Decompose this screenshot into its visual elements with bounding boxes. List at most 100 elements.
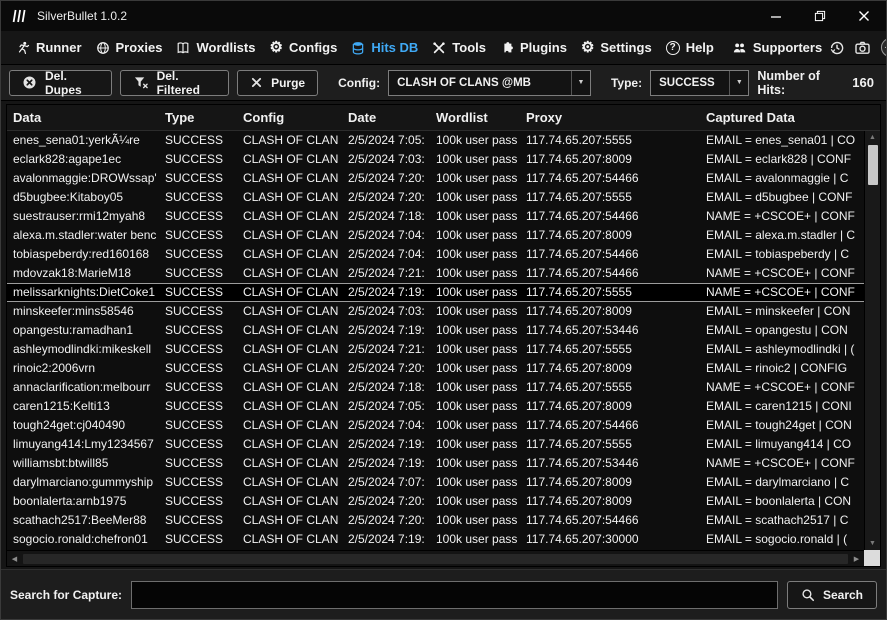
maximize-icon bbox=[814, 10, 826, 22]
scroll-up-icon[interactable]: ▲ bbox=[865, 131, 880, 144]
table-row[interactable]: annaclarification:melbourr SUCCESS CLASH… bbox=[7, 378, 864, 397]
table-row[interactable]: minskeefer:mins58546 SUCCESS CLASH OF CL… bbox=[7, 302, 864, 321]
cell-wordlist: 100k user pass bbox=[430, 188, 520, 207]
cell-proxy: 117.74.65.207:8009 bbox=[520, 302, 700, 321]
purge-button[interactable]: Purge bbox=[237, 70, 318, 96]
nav-item-label: Help bbox=[686, 40, 714, 55]
cell-config: CLASH OF CLAN bbox=[237, 264, 342, 283]
maximize-button[interactable] bbox=[798, 1, 842, 31]
table-row[interactable]: scathach2517:BeeMer88 SUCCESS CLASH OF C… bbox=[7, 511, 864, 530]
table-row[interactable]: enes_sena01:yerkÃ¼re SUCCESS CLASH OF CL… bbox=[7, 131, 864, 150]
cell-date: 2/5/2024 7:05: bbox=[342, 397, 430, 416]
scroll-left-icon[interactable]: ◀ bbox=[7, 551, 22, 566]
column-header-captured[interactable]: Captured Data bbox=[700, 105, 864, 130]
history-button[interactable] bbox=[829, 40, 845, 56]
minimize-button[interactable] bbox=[754, 1, 798, 31]
config-select[interactable]: CLASH OF CLANS @MB ▼ bbox=[388, 70, 591, 96]
nav-item-plugins[interactable]: Plugins bbox=[493, 31, 574, 64]
nav-item-configs[interactable]: ⚙ Configs bbox=[262, 31, 344, 64]
table-row[interactable]: opangestu:ramadhan1 SUCCESS CLASH OF CLA… bbox=[7, 321, 864, 340]
table-row[interactable]: d5bugbee:Kitaboy05 SUCCESS CLASH OF CLAN… bbox=[7, 188, 864, 207]
cell-captured: EMAIL = limuyang414 | CO bbox=[700, 435, 864, 454]
nav-item-runner[interactable]: Runner bbox=[9, 31, 89, 64]
type-select-value: SUCCESS bbox=[651, 77, 729, 89]
table-row[interactable]: tobiaspeberdy:red160168 SUCCESS CLASH OF… bbox=[7, 245, 864, 264]
cell-config: CLASH OF CLAN bbox=[237, 245, 342, 264]
table-row[interactable]: tough24get:cj040490 SUCCESS CLASH OF CLA… bbox=[7, 416, 864, 435]
table-row[interactable]: melissarknights:DietCoke1 SUCCESS CLASH … bbox=[7, 283, 864, 302]
close-button[interactable] bbox=[842, 1, 886, 31]
table-row[interactable]: williamsbt:btwill85 SUCCESS CLASH OF CLA… bbox=[7, 454, 864, 473]
cell-captured: NAME = +CSCOE+ | CONF bbox=[700, 378, 864, 397]
cell-captured: EMAIL = rinoic2 | CONFIG bbox=[700, 359, 864, 378]
vertical-scrollbar[interactable]: ▲ ▼ bbox=[864, 131, 880, 550]
horizontal-scrollbar-thumb[interactable] bbox=[23, 554, 848, 564]
telegram-button[interactable] bbox=[880, 37, 887, 58]
nav-item-help[interactable]: ? Help bbox=[659, 31, 721, 64]
cell-captured: EMAIL = ashleymodlindki | ( bbox=[700, 340, 864, 359]
minimize-icon bbox=[770, 10, 782, 22]
del-dupes-button[interactable]: Del. Dupes bbox=[9, 70, 112, 96]
table-row[interactable]: avalonmaggie:DROWssap' SUCCESS CLASH OF … bbox=[7, 169, 864, 188]
cell-wordlist: 100k user pass bbox=[430, 359, 520, 378]
cell-wordlist: 100k user pass bbox=[430, 321, 520, 340]
purge-label: Purge bbox=[271, 76, 305, 90]
table-row[interactable]: darylmarciano:gummyship SUCCESS CLASH OF… bbox=[7, 473, 864, 492]
nav-item-wordlists[interactable]: Wordlists bbox=[169, 31, 262, 64]
table-row[interactable]: suestrauser:rmi12myah8 SUCCESS CLASH OF … bbox=[7, 207, 864, 226]
cell-type: SUCCESS bbox=[159, 245, 237, 264]
cell-proxy: 117.74.65.207:5555 bbox=[520, 131, 700, 150]
column-header-data[interactable]: Data bbox=[7, 105, 159, 130]
table-row[interactable]: eclark828:agape1ec SUCCESS CLASH OF CLAN… bbox=[7, 150, 864, 169]
type-select[interactable]: SUCCESS ▼ bbox=[650, 70, 749, 96]
table-row[interactable]: rinoic2:2006vrn SUCCESS CLASH OF CLAN 2/… bbox=[7, 359, 864, 378]
cell-captured: EMAIL = opangestu | CON bbox=[700, 321, 864, 340]
cell-data: rinoic2:2006vrn bbox=[7, 359, 159, 378]
cell-wordlist: 100k user pass bbox=[430, 283, 520, 302]
nav-item-proxies[interactable]: Proxies bbox=[89, 31, 170, 64]
table-row[interactable]: sogocio.ronald:chefron01 SUCCESS CLASH O… bbox=[7, 530, 864, 549]
column-header-proxy[interactable]: Proxy bbox=[520, 105, 700, 130]
cell-date: 2/5/2024 7:20: bbox=[342, 359, 430, 378]
cell-proxy: 117.74.65.207:54466 bbox=[520, 416, 700, 435]
nav-item-tools[interactable]: Tools bbox=[425, 31, 493, 64]
chevron-down-icon: ▼ bbox=[571, 71, 590, 95]
table-header: Data Type Config Date Wordlist Proxy Cap… bbox=[7, 105, 864, 131]
cell-proxy: 117.74.65.207:5555 bbox=[520, 188, 700, 207]
cell-captured: EMAIL = darylmarciano | C bbox=[700, 473, 864, 492]
del-filtered-button[interactable]: Del. Filtered bbox=[120, 70, 230, 96]
cell-data: d5bugbee:Kitaboy05 bbox=[7, 188, 159, 207]
table-row[interactable]: alexa.m.stadler:water benc SUCCESS CLASH… bbox=[7, 226, 864, 245]
column-header-wordlist[interactable]: Wordlist bbox=[430, 105, 520, 130]
cell-wordlist: 100k user pass bbox=[430, 454, 520, 473]
table-row[interactable]: caren1215:Kelti13 SUCCESS CLASH OF CLAN … bbox=[7, 397, 864, 416]
table-row[interactable]: limuyang414:Lmy1234567 SUCCESS CLASH OF … bbox=[7, 435, 864, 454]
column-header-type[interactable]: Type bbox=[159, 105, 237, 130]
cell-proxy: 117.74.65.207:5555 bbox=[520, 435, 700, 454]
table-row[interactable]: mdovzak18:MarieM18 SUCCESS CLASH OF CLAN… bbox=[7, 264, 864, 283]
scroll-down-icon[interactable]: ▼ bbox=[865, 537, 880, 550]
capture-search-input[interactable] bbox=[131, 581, 778, 609]
table-row[interactable]: ashleymodlindki:mikeskell SUCCESS CLASH … bbox=[7, 340, 864, 359]
scroll-right-icon[interactable]: ▶ bbox=[849, 551, 864, 566]
screenshot-button[interactable] bbox=[854, 40, 871, 56]
vertical-scrollbar-thumb[interactable] bbox=[868, 145, 878, 185]
cell-date: 2/5/2024 7:20: bbox=[342, 492, 430, 511]
cell-proxy: 117.74.65.207:5555 bbox=[520, 283, 700, 302]
cell-config: CLASH OF CLAN bbox=[237, 188, 342, 207]
cell-type: SUCCESS bbox=[159, 283, 237, 302]
cell-captured: EMAIL = caren1215 | CONI bbox=[700, 397, 864, 416]
main-nav: Runner Proxies Wordlists ⚙ Configs Hits … bbox=[1, 31, 886, 65]
nav-item-settings[interactable]: ⚙ Settings bbox=[574, 31, 659, 64]
horizontal-scrollbar[interactable]: ◀ ▶ bbox=[7, 550, 864, 566]
column-header-date[interactable]: Date bbox=[342, 105, 430, 130]
nav-item-hits-db[interactable]: Hits DB bbox=[344, 31, 425, 64]
nav-item-supporters[interactable]: Supporters bbox=[725, 31, 829, 64]
cell-type: SUCCESS bbox=[159, 511, 237, 530]
search-button[interactable]: Search bbox=[787, 581, 877, 609]
table-row[interactable]: boonlalerta:arnb1975 SUCCESS CLASH OF CL… bbox=[7, 492, 864, 511]
cell-date: 2/5/2024 7:20: bbox=[342, 188, 430, 207]
cell-proxy: 117.74.65.207:8009 bbox=[520, 359, 700, 378]
cell-type: SUCCESS bbox=[159, 435, 237, 454]
column-header-config[interactable]: Config bbox=[237, 105, 342, 130]
